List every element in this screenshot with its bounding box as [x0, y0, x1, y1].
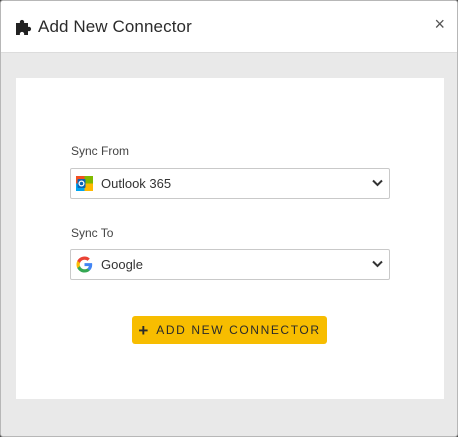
sync-from-select[interactable]: Outlook 365 [70, 168, 390, 199]
google-icon [76, 256, 93, 273]
outlook-icon [76, 176, 93, 191]
sync-from-value: Outlook 365 [101, 176, 172, 191]
plus-icon: + [138, 320, 149, 340]
chevron-down-icon [372, 260, 383, 268]
connector-form: Sync From Outlook 365 Sync To Google + A… [16, 78, 444, 399]
add-connector-modal: Add New Connector × Sync From Outlook 36… [0, 0, 458, 437]
sync-from-label: Sync From [71, 144, 130, 158]
chevron-down-icon [372, 179, 383, 187]
sync-to-select[interactable]: Google [70, 249, 390, 280]
modal-header: Add New Connector × [1, 1, 457, 53]
modal-title: Add New Connector [38, 17, 192, 36]
add-new-connector-label: ADD NEW CONNECTOR [156, 323, 321, 337]
close-icon[interactable]: × [434, 15, 445, 33]
sync-to-value: Google [101, 257, 143, 272]
puzzle-icon [16, 19, 32, 35]
add-new-connector-button[interactable]: + ADD NEW CONNECTOR [132, 316, 327, 344]
sync-to-label: Sync To [71, 226, 114, 240]
